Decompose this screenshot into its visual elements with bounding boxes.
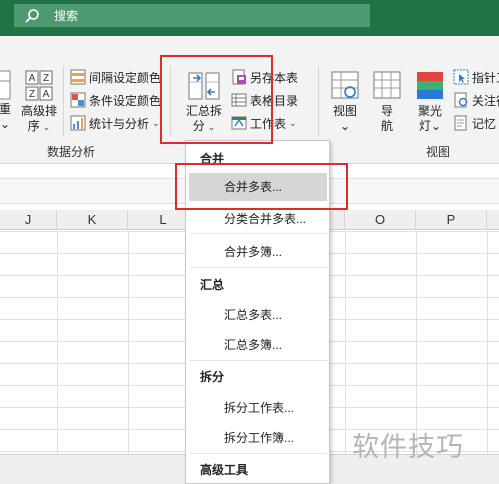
focus-row-icon (454, 92, 468, 108)
column-header-o[interactable]: O (345, 210, 416, 230)
search-box[interactable]: 搜索 (14, 4, 370, 27)
advanced-sort-label-2: 序 ⌄ (27, 119, 51, 133)
menu-divider (190, 233, 327, 234)
stats-analysis-button[interactable]: 统计与分析 ⌄ (70, 113, 160, 133)
chevron-down-icon: ⌄ (152, 117, 160, 128)
column-header-j[interactable]: J (0, 210, 57, 230)
ribbon-divider (318, 66, 319, 136)
svg-text:A: A (29, 73, 36, 84)
sort-az-icon: A Z Z A (25, 70, 53, 101)
memory-icon (454, 115, 467, 131)
watermark-text: 软件技巧 (352, 432, 464, 462)
navigation-icon (373, 71, 401, 99)
partial-icon (0, 70, 11, 100)
spotlight-label-2: 灯⌄ (418, 119, 442, 133)
chevron-down-icon: ⌄ (0, 117, 11, 131)
condition-color-icon (70, 92, 86, 108)
memory-button[interactable]: 记忆 (453, 113, 496, 133)
focus-row-label: 关注行 (472, 93, 499, 108)
search-icon (25, 8, 39, 23)
svg-text:Z: Z (43, 73, 49, 84)
condition-color-button[interactable]: 条件设定颜色 (70, 90, 161, 110)
cut-off-button[interactable]: 重 ⌄ (0, 70, 16, 132)
condition-color-label: 条件设定颜色 (89, 93, 162, 108)
column-header-p[interactable]: P (416, 210, 487, 230)
advanced-sort-button[interactable]: A Z Z A 高级排 序 ⌄ (19, 70, 59, 135)
highlight-box-summary-button (160, 55, 273, 144)
view-button[interactable]: 视图 ⌄ (326, 70, 364, 134)
view-group-label: 视图 (426, 145, 451, 159)
menu-divider (190, 360, 327, 361)
menu-divider (190, 267, 327, 268)
svg-text:A: A (43, 89, 50, 100)
menu-divider (190, 453, 327, 454)
navigation-button[interactable]: 导 航 (368, 70, 406, 134)
pointer-tool-button[interactable]: 指针工 (453, 67, 499, 87)
menu-section-advanced-tools: 高级工具 (200, 463, 249, 477)
menu-item-category-merge-sheets[interactable]: 分类合并多表... (224, 210, 306, 227)
navigation-label-1: 导 (380, 104, 393, 118)
interval-color-button[interactable]: 间隔设定颜色 (70, 67, 161, 87)
search-label: 搜索 (54, 9, 79, 23)
view-icon (331, 71, 359, 99)
spotlight-label-1: 聚光 (417, 104, 442, 118)
cut-off-label: 重 (0, 102, 11, 116)
highlight-box-merge-sheets (175, 163, 348, 210)
interval-color-label: 间隔设定颜色 (89, 70, 162, 85)
column-header-k[interactable]: K (57, 210, 128, 230)
menu-item-split-worksheet[interactable]: 拆分工作表... (224, 399, 294, 416)
title-bar: 搜索 (0, 0, 499, 36)
view-label: 视图 (332, 104, 357, 118)
menu-section-summary: 汇总 (200, 278, 225, 292)
navigation-label-2: 航 (380, 119, 393, 133)
memory-label: 记忆 (472, 116, 497, 131)
svg-text:Z: Z (29, 89, 35, 100)
ribbon-divider (63, 66, 64, 136)
grid-line (487, 231, 488, 454)
grid-line (345, 231, 346, 454)
interval-color-icon (70, 69, 86, 85)
focus-row-button[interactable]: 关注行 (453, 90, 499, 110)
chevron-down-icon: ⌄ (42, 122, 51, 132)
grid-line (416, 231, 417, 454)
menu-section-split: 拆分 (200, 370, 225, 384)
pointer-tool-label: 指针工 (472, 70, 499, 85)
grid-line (128, 231, 129, 454)
grid-line (57, 231, 58, 454)
menu-item-summary-workbooks[interactable]: 汇总多簿... (224, 336, 282, 353)
chevron-down-icon: ⌄ (289, 117, 297, 128)
advanced-sort-label-1: 高级排 (20, 104, 57, 118)
pointer-tool-icon (453, 69, 469, 85)
chevron-down-icon: ⌄ (339, 119, 351, 133)
menu-item-summary-sheets[interactable]: 汇总多表... (224, 306, 282, 323)
spotlight-icon (417, 72, 443, 99)
spotlight-button[interactable]: 聚光 灯⌄ (410, 70, 450, 134)
menu-item-split-workbook[interactable]: 拆分工作簿... (224, 429, 294, 446)
stats-analysis-label: 统计与分析 (89, 116, 150, 131)
menu-item-merge-workbooks[interactable]: 合并多簿... (224, 243, 282, 260)
analysis-group-label: 数据分析 (47, 145, 96, 159)
stats-analysis-icon (70, 115, 86, 131)
